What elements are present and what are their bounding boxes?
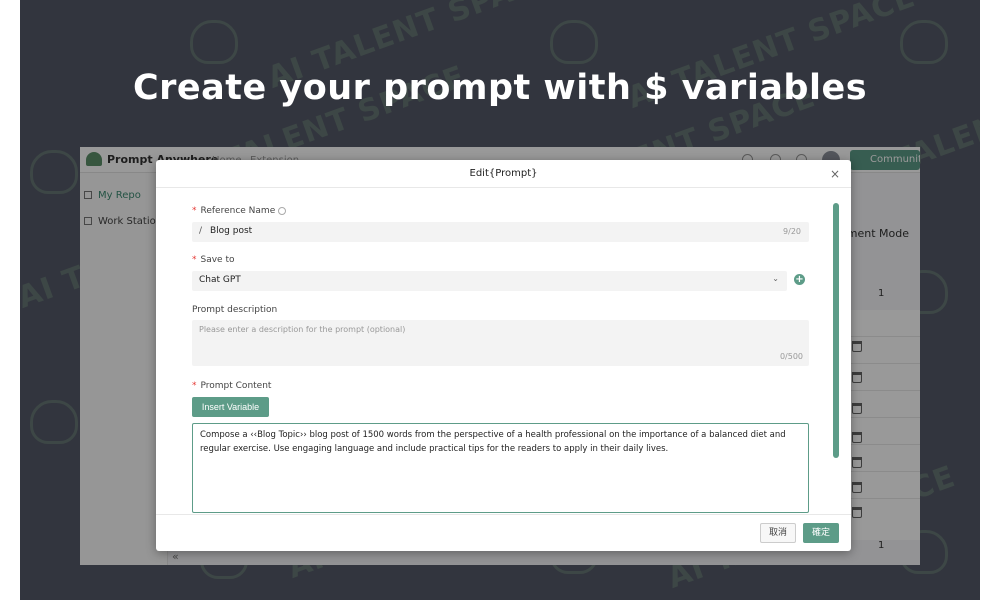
close-icon[interactable]: ×	[830, 167, 840, 181]
dialog-footer: 取消 確定	[156, 514, 851, 551]
description-placeholder: Please enter a description for the promp…	[199, 325, 406, 334]
reference-prefix: /	[199, 226, 203, 236]
chevron-down-icon: ⌄	[772, 274, 779, 283]
add-folder-icon[interactable]: +	[794, 274, 805, 285]
brain-logo-icon	[190, 20, 238, 64]
dialog-title: Edit{Prompt}	[469, 168, 538, 179]
description-count: 0/500	[779, 352, 803, 361]
save-to-select[interactable]: Chat GPT ⌄	[192, 271, 787, 291]
prompt-content-textarea[interactable]: Compose a ‹‹Blog Topic›› blog post of 15…	[192, 423, 809, 513]
reference-name-count: 9/20	[783, 227, 801, 236]
dialog-scrollbar[interactable]	[833, 203, 839, 458]
dialog-header: Edit{Prompt} ×	[156, 160, 851, 188]
insert-variable-button[interactable]: Insert Variable	[192, 397, 269, 417]
description-label: Prompt description	[192, 305, 278, 315]
page-headline: Create your prompt with $ variables	[132, 68, 868, 108]
brain-logo-icon	[550, 20, 598, 64]
reference-name-value: Blog post	[210, 226, 253, 236]
prompt-content-label: * Prompt Content	[192, 381, 272, 391]
info-icon[interactable]	[278, 206, 287, 215]
dialog-body: * Reference Name / Blog post 9/20 * Save t…	[156, 189, 851, 514]
brain-logo-icon	[900, 20, 948, 64]
reference-name-input[interactable]: / Blog post 9/20	[192, 222, 809, 242]
brain-logo-icon	[30, 400, 78, 444]
brain-logo-icon	[30, 150, 78, 194]
description-textarea[interactable]: Please enter a description for the promp…	[192, 320, 809, 366]
reference-name-label: * Reference Name	[192, 206, 287, 216]
cancel-button[interactable]: 取消	[760, 523, 796, 543]
save-to-value: Chat GPT	[199, 275, 241, 285]
edit-prompt-dialog: Edit{Prompt} × * Reference Name / Blog po…	[156, 160, 851, 551]
confirm-button[interactable]: 確定	[803, 523, 839, 543]
save-to-label: * Save to	[192, 255, 235, 265]
